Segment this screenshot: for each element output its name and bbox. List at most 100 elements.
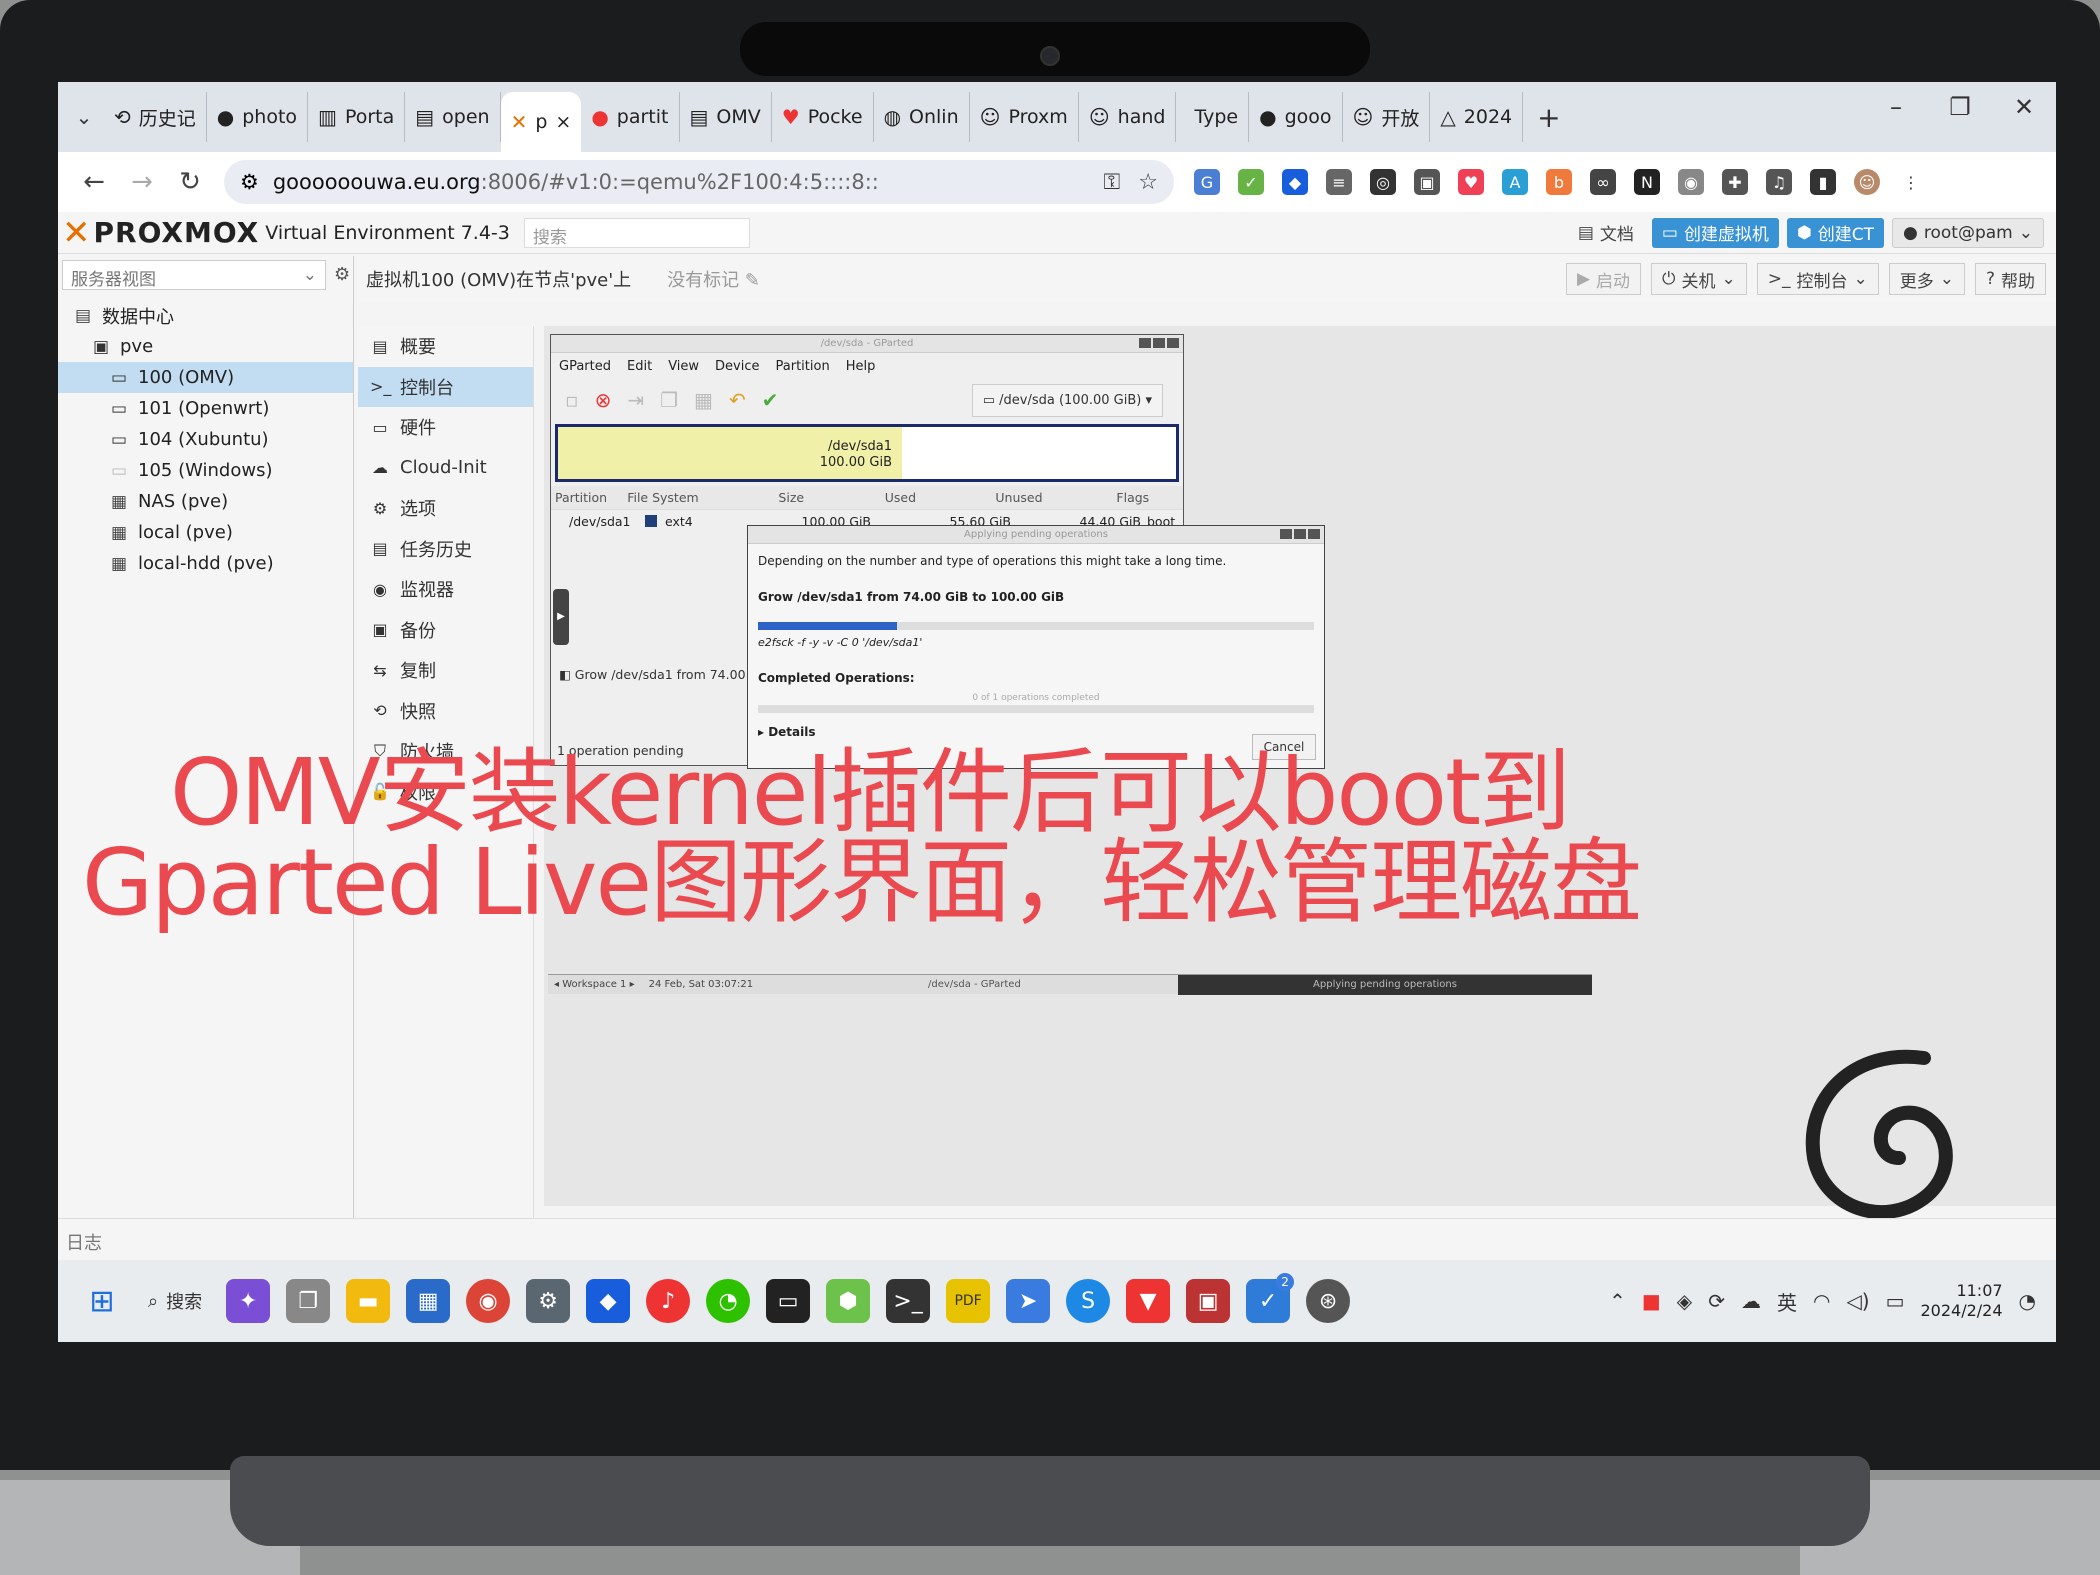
netease-music-icon[interactable]: ♪ [646, 1279, 691, 1323]
user-menu-button[interactable]: ● root@pam ⌄ [1892, 217, 2044, 248]
tree-item[interactable]: ▦ local-hdd (pve) [58, 548, 353, 579]
chatgpt-icon[interactable]: ⊛ [1306, 1279, 1351, 1323]
tampermonkey-extension-icon[interactable]: ◎ [1370, 169, 1396, 195]
camera-extension-icon[interactable]: ◉ [1678, 169, 1704, 195]
tree-item[interactable]: ▣ pve [58, 331, 353, 362]
copilot-icon[interactable]: ✦ [226, 1279, 271, 1323]
browser-tab[interactable]: ● partit [581, 92, 680, 142]
bookmark-app-icon[interactable]: ▼ [1126, 1279, 1171, 1323]
create-vm-button[interactable]: ▭ 创建虚拟机 [1651, 217, 1779, 248]
browser-tab[interactable]: ✕ p × [500, 92, 582, 152]
device-selector[interactable]: ▭ /dev/sda (100.00 GiB) ▾ [971, 383, 1163, 417]
tree-item[interactable]: ▭ 104 (Xubuntu) [58, 424, 353, 455]
reader-extension-icon[interactable]: ≡ [1326, 169, 1352, 195]
window-extension-icon[interactable]: ▣ [1414, 169, 1440, 195]
vm-nav-item[interactable]: ▣ 备份 [358, 610, 533, 651]
vm-nav-item[interactable]: ☁ Cloud-Init [358, 448, 533, 489]
task-view-icon[interactable]: ❐ [286, 1279, 331, 1323]
gparted-menu-item[interactable]: GParted [559, 359, 611, 374]
resize-icon[interactable]: ⇥ [627, 388, 644, 412]
browser-tab[interactable]: ♥ Pocke [772, 92, 874, 142]
pocket-extension-icon[interactable]: ♥ [1458, 169, 1484, 195]
shutdown-button[interactable]: ⏻ 关机 ⌄ [1651, 263, 1747, 295]
browser-tab[interactable]: ▤ open [405, 92, 501, 142]
browser-tab[interactable]: ▤ OMV [680, 92, 772, 142]
paste-icon[interactable]: ▦ [694, 388, 713, 412]
minimize-icon[interactable]: – [1864, 82, 1928, 132]
settings-icon[interactable]: ⚙ [526, 1279, 571, 1323]
vm-nav-item[interactable]: >_ 控制台 [358, 366, 533, 407]
translate-extension-icon[interactable]: G [1194, 169, 1220, 195]
store-icon[interactable]: ▦ [406, 1279, 451, 1323]
vm-nav-item[interactable]: ⇆ 复制 [358, 650, 533, 691]
close-window-icon[interactable]: ✕ [1992, 82, 2056, 132]
password-key-icon[interactable]: ⚿ [1104, 170, 1121, 195]
ime-indicator[interactable]: 英 [1777, 1287, 1797, 1316]
notification-bell-icon[interactable]: ◔ [2019, 1289, 2036, 1313]
gear-icon[interactable]: ⚙ [334, 264, 350, 285]
wechat-icon[interactable]: ◔ [706, 1279, 751, 1323]
undo-icon[interactable]: ↶ [729, 388, 746, 412]
cube-app-icon[interactable]: ⬢ [826, 1279, 871, 1323]
pdf-app-icon[interactable]: PDF [946, 1279, 991, 1323]
windows-start-icon[interactable]: ⊞ [80, 1279, 124, 1323]
max-icon[interactable] [1153, 338, 1165, 348]
min-icon[interactable] [1280, 529, 1292, 539]
chrome-icon[interactable]: ◉ [466, 1279, 511, 1323]
vm-nav-item[interactable]: ▤ 概要 [358, 326, 533, 367]
vm-nav-item[interactable]: ▤ 任务历史 [358, 529, 533, 570]
close-icon[interactable] [1167, 338, 1179, 348]
more-button[interactable]: 更多 ⌄ [1888, 263, 1965, 295]
vm-nav-item[interactable]: ◉ 监视器 [358, 569, 533, 610]
task-gparted[interactable]: /dev/sda - GParted [928, 979, 1021, 990]
bitwarden-extension-icon[interactable]: ◆ [1282, 169, 1308, 195]
browser-tab[interactable]: Type [1176, 92, 1250, 142]
close-icon[interactable] [1308, 529, 1320, 539]
browser-tab[interactable]: ● photo [207, 92, 309, 142]
column-header[interactable]: Flags [1079, 490, 1183, 505]
gparted-menu-item[interactable]: View [668, 359, 699, 374]
new-tab-button[interactable]: + [1523, 101, 1574, 134]
app-extension-icon[interactable]: A [1502, 169, 1528, 195]
steam-icon[interactable]: ◈ [1677, 1289, 1692, 1313]
onedrive-icon[interactable]: ☁ [1741, 1289, 1761, 1313]
create-ct-button[interactable]: ⬢ 创建CT [1786, 217, 1885, 248]
vm-nav-item[interactable]: ⚙ 选项 [358, 488, 533, 529]
sidepanel-icon[interactable]: ▮ [1810, 169, 1836, 195]
workspace-switcher[interactable]: ◂ Workspace 1 ▸ [554, 979, 635, 990]
tree-item[interactable]: ▦ local (pve) [58, 517, 353, 548]
menu-kebab-icon[interactable]: ⋮ [1898, 169, 1924, 195]
taskbar-search[interactable]: ⌕ 搜索 [148, 1288, 202, 1314]
back-icon[interactable]: ← [70, 167, 118, 197]
notion-extension-icon[interactable]: N [1634, 169, 1660, 195]
column-header[interactable]: Unused [955, 490, 1078, 505]
vm-nav-item[interactable]: ▭ 硬件 [358, 407, 533, 448]
taskbar-clock[interactable]: 11:07 2024/2/24 [1921, 1281, 2003, 1321]
battery-icon[interactable]: ▭ [1886, 1289, 1905, 1313]
feishu-icon[interactable]: ➤ [1006, 1279, 1051, 1323]
tree-item[interactable]: ▭ 105 (Windows) [58, 455, 353, 486]
chevron-up-icon[interactable]: ⌃ [1609, 1289, 1626, 1313]
column-header[interactable]: Partition [551, 490, 623, 505]
browser-tab[interactable]: ▥ Porta [308, 92, 406, 142]
puzzle-extension-icon[interactable]: ✚ [1722, 169, 1748, 195]
tray-app-icon[interactable]: ■ [1642, 1289, 1661, 1313]
vr-extension-icon[interactable]: ∞ [1590, 169, 1616, 195]
remote-desktop-icon[interactable]: ▣ [1186, 1279, 1231, 1323]
restore-icon[interactable]: ❐ [1928, 82, 1992, 132]
gparted-menu-item[interactable]: Partition [776, 359, 830, 374]
console-button[interactable]: >_ 控制台 ⌄ [1756, 263, 1879, 295]
copy-icon[interactable]: ❐ [660, 388, 678, 412]
site-info-icon[interactable]: ⚙ [240, 170, 259, 194]
gparted-menu-item[interactable]: Edit [627, 359, 652, 374]
bilibili-extension-icon[interactable]: b [1546, 169, 1572, 195]
tree-item[interactable]: ▤ 数据中心 [58, 300, 353, 331]
browser-tab[interactable]: ● gooo [1249, 92, 1343, 142]
pve-search-input[interactable]: 搜索 [523, 217, 750, 248]
adguard-extension-icon[interactable]: ✓ [1238, 169, 1264, 195]
browser-tab[interactable]: ☺ 开放 [1343, 92, 1431, 142]
wifi-icon[interactable]: ◠ [1813, 1289, 1830, 1313]
new-partition-icon[interactable]: ▫ [565, 388, 579, 412]
browser-tab[interactable]: △ 2024 [1430, 92, 1524, 142]
view-selector[interactable]: 服务器视图 ⌄ [62, 260, 326, 290]
